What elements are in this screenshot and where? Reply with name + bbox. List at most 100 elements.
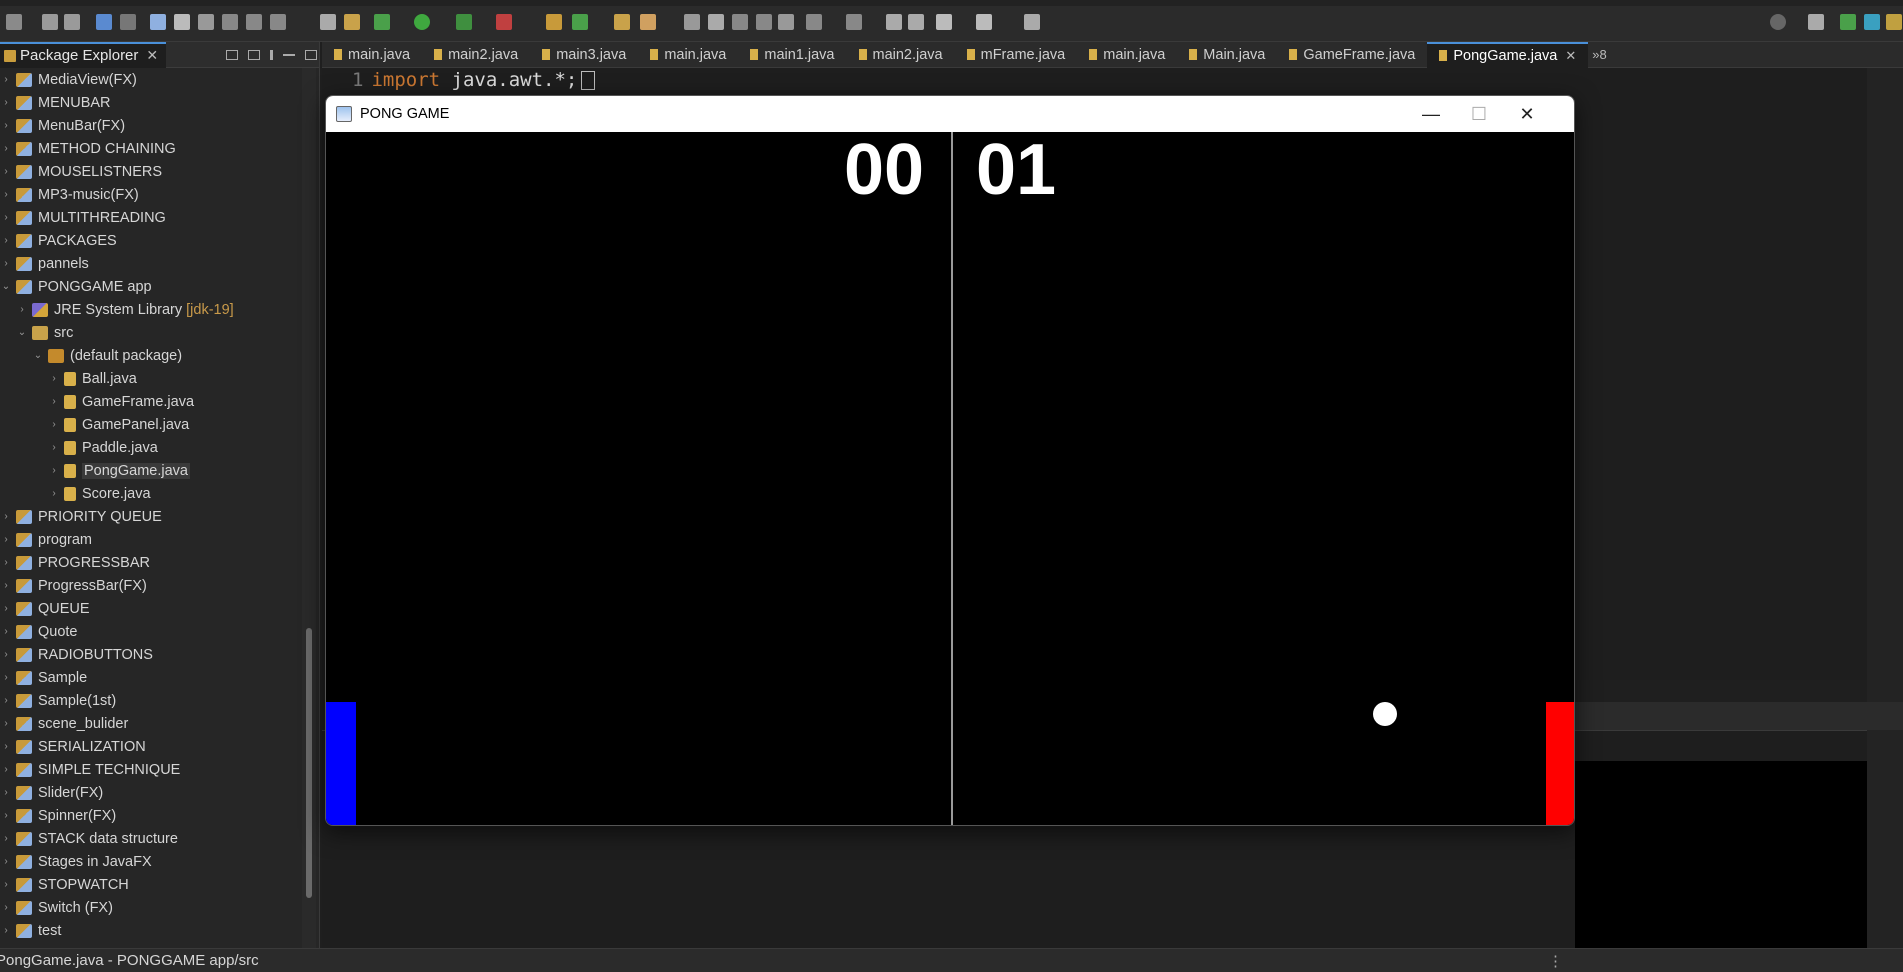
tab-overflow-button[interactable]: »8: [1592, 47, 1606, 62]
chevron-right-icon[interactable]: ›: [0, 902, 12, 913]
back-icon[interactable]: [886, 14, 902, 30]
tree-item[interactable]: › Slider(FX): [0, 781, 300, 804]
tree-item[interactable]: › PROGRESSBAR: [0, 551, 300, 574]
chevron-right-icon[interactable]: ›: [0, 580, 12, 591]
editor-tab[interactable]: main.java: [322, 42, 422, 68]
annotation-icon[interactable]: [684, 14, 700, 30]
chevron-right-icon[interactable]: ›: [0, 879, 12, 890]
scrollbar-thumb[interactable]: [306, 628, 312, 898]
editor-tab[interactable]: main3.java: [530, 42, 638, 68]
forward-icon[interactable]: [908, 14, 924, 30]
chevron-down-icon[interactable]: ⌄: [32, 350, 44, 361]
editor-tab[interactable]: main2.java: [847, 42, 955, 68]
tree-item[interactable]: ⌄ src: [0, 321, 300, 344]
chevron-right-icon[interactable]: ›: [0, 258, 12, 269]
java-perspective-icon[interactable]: [1840, 14, 1856, 30]
debug-icon[interactable]: [374, 14, 390, 30]
chevron-right-icon[interactable]: ›: [48, 396, 60, 407]
folded-code-marker[interactable]: [581, 70, 596, 90]
package-explorer-scrollbar[interactable]: [302, 68, 316, 948]
tree-item[interactable]: › MediaView(FX): [0, 68, 300, 91]
search-icon-toolbar[interactable]: [640, 14, 656, 30]
chevron-right-icon[interactable]: ›: [0, 166, 12, 177]
git-perspective-icon[interactable]: [1886, 14, 1902, 30]
open-type-icon[interactable]: [614, 14, 630, 30]
chevron-right-icon[interactable]: ›: [0, 925, 12, 936]
step-return-icon[interactable]: [270, 14, 286, 30]
editor-tab[interactable]: main1.java: [738, 42, 846, 68]
tree-item[interactable]: › Switch (FX): [0, 896, 300, 919]
print-icon[interactable]: [96, 14, 112, 30]
tree-item[interactable]: › GameFrame.java: [0, 390, 300, 413]
chevron-right-icon[interactable]: ›: [0, 626, 12, 637]
editor-tab[interactable]: main.java: [638, 42, 738, 68]
tree-item[interactable]: › RADIOBUTTONS: [0, 643, 300, 666]
close-button[interactable]: ✕: [1498, 96, 1556, 132]
chevron-right-icon[interactable]: ›: [0, 235, 12, 246]
tree-item[interactable]: › SERIALIZATION: [0, 735, 300, 758]
tree-item[interactable]: ⌄ PONGGAME app: [0, 275, 300, 298]
tree-item[interactable]: › MenuBar(FX): [0, 114, 300, 137]
editor-tab[interactable]: Main.java: [1177, 42, 1277, 68]
coverage-icon[interactable]: [456, 14, 472, 30]
collapse-all-icon[interactable]: [226, 49, 239, 60]
close-icon[interactable]: ✕: [146, 47, 158, 64]
chevron-right-icon[interactable]: ›: [0, 97, 12, 108]
tree-item[interactable]: › MENUBAR: [0, 91, 300, 114]
debug-perspective-icon[interactable]: [1864, 14, 1880, 30]
show-whitespace-icon[interactable]: [778, 14, 794, 30]
suspend-icon[interactable]: [174, 14, 190, 30]
tree-item[interactable]: ⌄ (default package): [0, 344, 300, 367]
chevron-right-icon[interactable]: ›: [0, 764, 12, 775]
tree-item[interactable]: › Quote: [0, 620, 300, 643]
open-perspective-icon[interactable]: [1024, 14, 1040, 30]
code-line-1[interactable]: 1 import java.awt.*;: [352, 68, 596, 92]
tree-item[interactable]: › Sample: [0, 666, 300, 689]
chevron-right-icon[interactable]: ›: [48, 488, 60, 499]
global-search-icon[interactable]: [1770, 14, 1786, 30]
editor-tab[interactable]: mFrame.java: [955, 42, 1078, 68]
chevron-right-icon[interactable]: ›: [0, 120, 12, 131]
run-icon[interactable]: [414, 14, 430, 30]
save-all-icon[interactable]: [64, 14, 80, 30]
next-annotation-icon[interactable]: [806, 14, 822, 30]
tree-item[interactable]: › Paddle.java: [0, 436, 300, 459]
tree-item[interactable]: › Stages in JavaFX: [0, 850, 300, 873]
tree-item[interactable]: › Spinner(FX): [0, 804, 300, 827]
tree-item[interactable]: › test: [0, 919, 300, 942]
tree-item[interactable]: › PongGame.java: [0, 459, 300, 482]
step-over-icon[interactable]: [246, 14, 262, 30]
new-java-project-icon[interactable]: [546, 14, 562, 30]
tree-item[interactable]: › ProgressBar(FX): [0, 574, 300, 597]
open-console-icon[interactable]: [320, 14, 336, 30]
chevron-right-icon[interactable]: ›: [0, 649, 12, 660]
chevron-right-icon[interactable]: ›: [0, 787, 12, 798]
chevron-right-icon[interactable]: ›: [0, 189, 12, 200]
tree-item[interactable]: › PRIORITY QUEUE: [0, 505, 300, 528]
editor-tab[interactable]: main.java: [1077, 42, 1177, 68]
tree-item[interactable]: › program: [0, 528, 300, 551]
editor-tab[interactable]: main2.java: [422, 42, 530, 68]
chevron-right-icon[interactable]: ›: [48, 419, 60, 430]
chevron-right-icon[interactable]: ›: [48, 465, 60, 476]
resume-icon[interactable]: [150, 14, 166, 30]
nav-forward-icon[interactable]: [976, 14, 992, 30]
tree-item[interactable]: › STOPWATCH: [0, 873, 300, 896]
editor-tab[interactable]: PongGame.java ✕: [1427, 41, 1589, 68]
game-canvas[interactable]: 00 01: [326, 132, 1574, 825]
tree-item[interactable]: › scene_bulider: [0, 712, 300, 735]
tree-item[interactable]: › MULTITHREADING: [0, 206, 300, 229]
chevron-right-icon[interactable]: ›: [0, 695, 12, 706]
chevron-right-icon[interactable]: ›: [0, 856, 12, 867]
tree-item[interactable]: › PACKAGES: [0, 229, 300, 252]
new-class-icon[interactable]: [572, 14, 588, 30]
nav-back-icon[interactable]: [936, 14, 952, 30]
terminate-icon[interactable]: [198, 14, 214, 30]
tree-item[interactable]: › MOUSELISTNERS: [0, 160, 300, 183]
chevron-right-icon[interactable]: ›: [0, 534, 12, 545]
chevron-right-icon[interactable]: ›: [0, 212, 12, 223]
new-icon[interactable]: [6, 14, 22, 30]
last-edit-icon[interactable]: [846, 14, 862, 30]
tree-item[interactable]: › GamePanel.java: [0, 413, 300, 436]
chevron-right-icon[interactable]: ›: [0, 810, 12, 821]
